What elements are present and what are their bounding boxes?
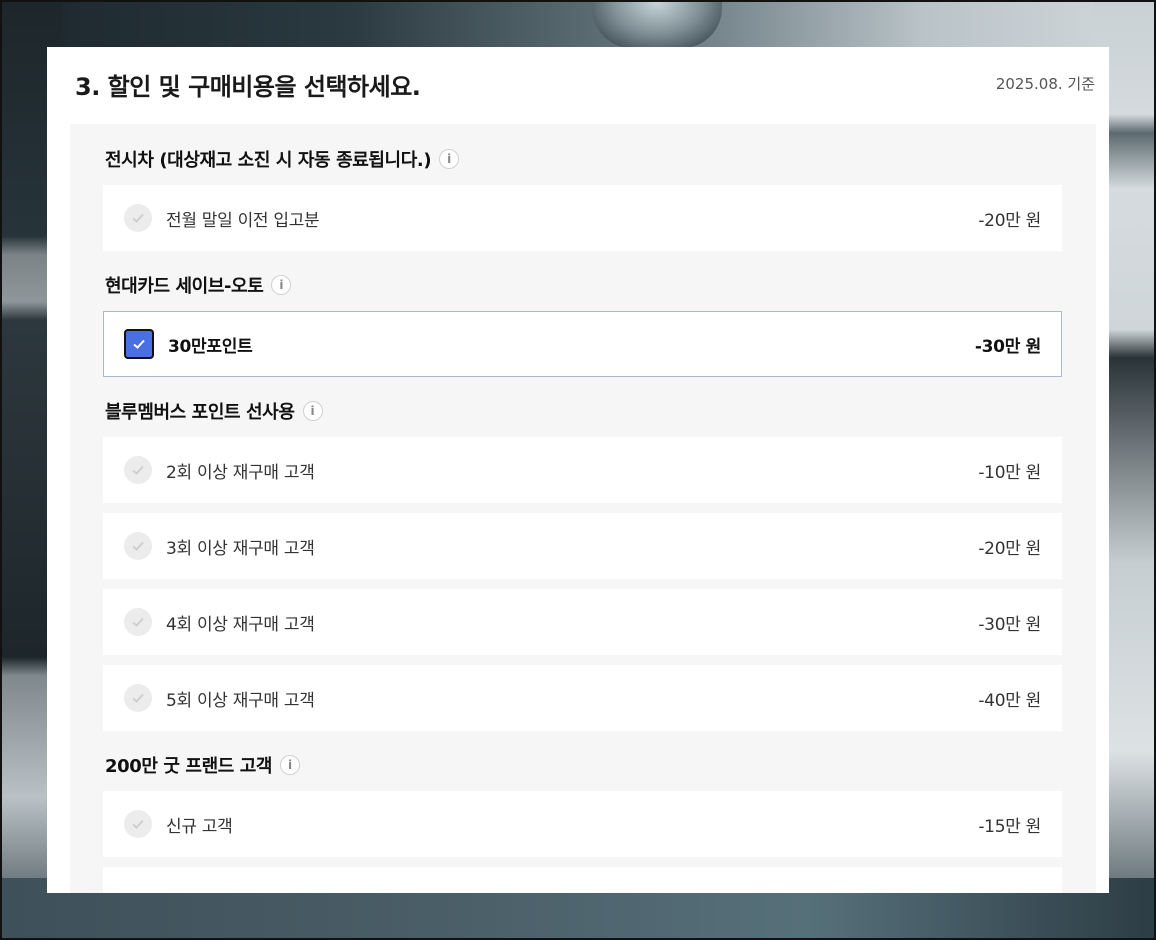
check-icon[interactable] <box>124 684 152 712</box>
option-item[interactable]: 5회 이상 재구매 고객 -40만 원 <box>103 665 1062 731</box>
option-label: 5회 이상 재구매 고객 <box>166 690 315 711</box>
option-price: -30만 원 <box>978 614 1041 635</box>
option-price: -40만 원 <box>978 690 1041 711</box>
section-title: 현대카드 세이브-오토 <box>105 276 264 297</box>
option-item[interactable]: 2회 이상 재구매 고객 -10만 원 <box>103 437 1062 503</box>
checkbox-checked-icon[interactable] <box>124 329 154 359</box>
panel-header: 3. 할인 및 구매비용을 선택하세요. 2025.08. 기준 <box>47 47 1109 124</box>
option-label: 3회 이상 재구매 고객 <box>166 538 315 559</box>
option-price: -20만 원 <box>978 210 1041 231</box>
discount-options: 전시차 (대상재고 소진 시 자동 종료됩니다.) i 전월 말일 이전 입고분… <box>70 124 1096 893</box>
check-icon[interactable] <box>124 204 152 232</box>
check-icon[interactable] <box>124 532 152 560</box>
option-price: -10만 원 <box>978 462 1041 483</box>
section-title: 200만 굿 프랜드 고객 <box>105 756 273 777</box>
info-icon[interactable]: i <box>302 401 323 421</box>
check-icon[interactable] <box>124 810 152 838</box>
option-label: 신규 고객 <box>166 816 233 837</box>
check-icon[interactable] <box>124 456 152 484</box>
option-item-selected[interactable]: 30만포인트 -30만 원 <box>103 311 1062 377</box>
discount-panel: 3. 할인 및 구매비용을 선택하세요. 2025.08. 기준 전시차 (대상… <box>47 47 1109 893</box>
option-price: -15만 원 <box>978 816 1041 837</box>
option-price: -20만 원 <box>978 538 1041 559</box>
option-item-partial[interactable] <box>103 867 1062 893</box>
section-bluemembers: 블루멤버스 포인트 선사용 i <box>103 399 1062 423</box>
info-icon[interactable]: i <box>271 275 292 295</box>
section-good-friend: 200만 굿 프랜드 고객 i <box>103 753 1062 777</box>
check-icon[interactable] <box>124 608 152 636</box>
option-item[interactable]: 신규 고객 -15만 원 <box>103 791 1062 857</box>
page-title: 3. 할인 및 구매비용을 선택하세요. <box>75 73 421 101</box>
option-label: 4회 이상 재구매 고객 <box>166 614 315 635</box>
option-item[interactable]: 4회 이상 재구매 고객 -30만 원 <box>103 589 1062 655</box>
option-item[interactable]: 3회 이상 재구매 고객 -20만 원 <box>103 513 1062 579</box>
option-price: -30만 원 <box>974 336 1041 357</box>
section-hyundai-card: 현대카드 세이브-오토 i <box>103 273 1062 297</box>
date-label: 2025.08. 기준 <box>995 75 1095 93</box>
section-title: 전시차 (대상재고 소진 시 자동 종료됩니다.) <box>105 150 432 171</box>
section-title: 블루멤버스 포인트 선사용 <box>105 402 295 423</box>
info-icon[interactable]: i <box>280 755 301 775</box>
section-exhibition-car: 전시차 (대상재고 소진 시 자동 종료됩니다.) i <box>103 147 1062 171</box>
background-car <box>592 2 722 48</box>
option-item[interactable]: 전월 말일 이전 입고분 -20만 원 <box>103 185 1062 251</box>
option-label: 전월 말일 이전 입고분 <box>166 210 320 231</box>
option-label: 2회 이상 재구매 고객 <box>166 462 315 483</box>
info-icon[interactable]: i <box>439 149 460 169</box>
option-label: 30만포인트 <box>168 336 253 357</box>
